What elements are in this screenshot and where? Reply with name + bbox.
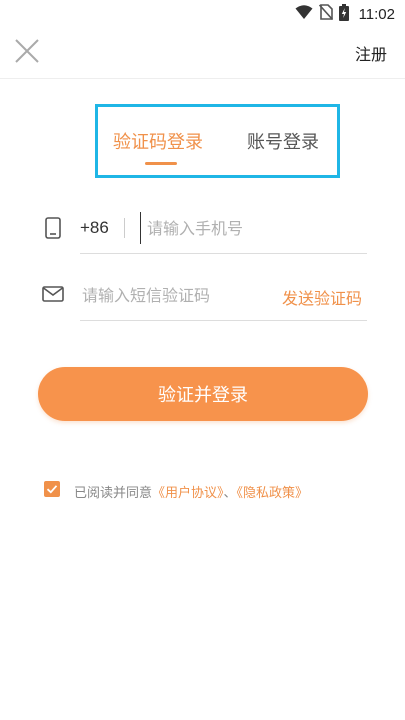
privacy-policy-link[interactable]: 《隐私政策》 xyxy=(237,486,309,501)
country-code[interactable]: +86 xyxy=(80,218,109,238)
user-agreement-link[interactable]: 《用户协议》 xyxy=(152,486,224,501)
wifi-icon xyxy=(295,4,313,24)
status-bar: 11:02 xyxy=(0,0,405,28)
verify-login-button[interactable]: 验证并登录 xyxy=(38,367,368,421)
country-code-divider xyxy=(124,218,125,238)
status-time: 11:02 xyxy=(358,5,395,23)
close-button[interactable] xyxy=(12,36,42,66)
check-icon xyxy=(44,482,60,501)
message-icon xyxy=(42,286,64,306)
tab-account-login[interactable]: 账号登录 xyxy=(247,128,319,154)
phone-underline xyxy=(80,253,367,254)
phone-input[interactable] xyxy=(140,212,373,244)
status-icons: 11:02 xyxy=(295,3,395,25)
sms-code-input[interactable] xyxy=(82,279,262,311)
battery-charging-icon xyxy=(338,3,349,25)
active-tab-indicator xyxy=(145,162,177,165)
header-divider xyxy=(0,78,405,79)
agreement-prefix: 已阅读并同意 xyxy=(74,486,153,501)
agreement-separator: 、 xyxy=(223,486,237,501)
tab-sms-login[interactable]: 验证码登录 xyxy=(113,128,203,154)
register-link[interactable]: 注册 xyxy=(355,41,387,65)
send-code-button[interactable]: 发送验证码 xyxy=(282,285,362,309)
no-sim-icon xyxy=(318,4,333,24)
close-icon xyxy=(12,39,42,70)
phone-icon xyxy=(45,217,61,243)
agreement-checkbox[interactable] xyxy=(44,481,60,497)
code-underline xyxy=(80,320,367,321)
agreement-text: 已阅读并同意《用户协议》、《隐私政策》 xyxy=(74,482,308,501)
